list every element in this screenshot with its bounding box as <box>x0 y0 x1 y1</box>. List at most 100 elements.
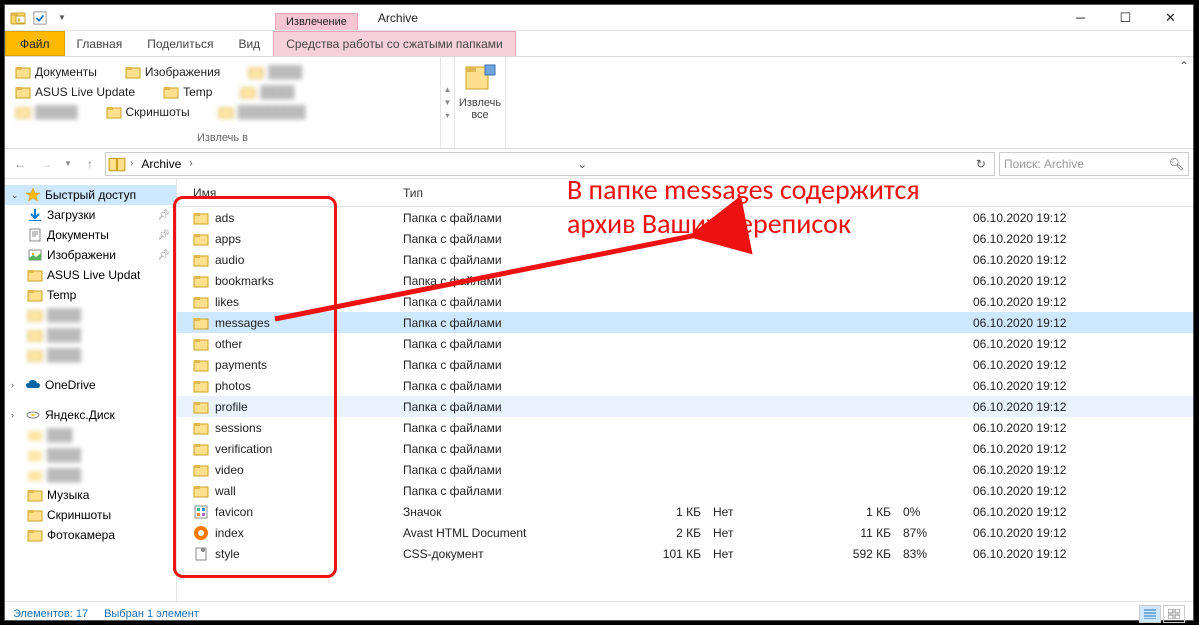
pin-icon: 📌︎ <box>157 250 170 261</box>
nav-camera[interactable]: Фотокамера <box>5 525 176 545</box>
context-tab-extract[interactable]: Извлечение <box>275 13 358 30</box>
breadcrumb-sep[interactable]: › <box>128 158 135 169</box>
file-row[interactable]: likesПапка с файлами06.10.2020 19:12 <box>177 291 1193 312</box>
nav-item[interactable]: ████ <box>5 445 176 465</box>
extract-dest[interactable]: █████ <box>13 103 80 121</box>
file-row[interactable]: sessionsПапка с файлами06.10.2020 19:12 <box>177 417 1193 438</box>
expand-icon[interactable]: ▾ <box>445 111 449 120</box>
ribbon-tabs: Файл Главная Поделиться Вид Средства раб… <box>5 31 1193 57</box>
chevron-down-icon[interactable]: ▼ <box>53 9 71 27</box>
extract-dest[interactable]: ████ <box>246 63 304 81</box>
close-button[interactable]: ✕ <box>1148 5 1193 30</box>
file-row[interactable]: styleCSS-документ101 КБНет592 КБ83%06.10… <box>177 543 1193 564</box>
file-row[interactable]: indexAvast HTML Document2 КБНет11 КБ87%0… <box>177 522 1193 543</box>
refresh-button[interactable]: ↻ <box>970 157 992 171</box>
col-date[interactable] <box>967 179 1097 206</box>
file-rows[interactable]: adsПапка с файлами06.10.2020 19:12appsПа… <box>177 207 1193 601</box>
file-date: 06.10.2020 19:12 <box>967 526 1097 540</box>
file-row[interactable]: bookmarksПапка с файлами06.10.2020 19:12 <box>177 270 1193 291</box>
back-button[interactable]: ← <box>9 153 31 175</box>
titlebar: ▼ Извлечение Archive ─ ☐ ✕ <box>5 5 1193 31</box>
folder-icon <box>27 267 43 283</box>
status-selected: Выбран 1 элемент <box>104 608 199 620</box>
file-row[interactable]: profileПапка с файлами06.10.2020 19:12 <box>177 396 1193 417</box>
nav-screenshots[interactable]: Скриншоты <box>5 505 176 525</box>
ribbon-tab-compressed[interactable]: Средства работы со сжатыми папками <box>273 31 516 56</box>
nav-documents[interactable]: Документы📌︎ <box>5 225 176 245</box>
view-details-button[interactable] <box>1139 605 1161 623</box>
nav-yandex[interactable]: ›Яндекс.Диск <box>5 405 176 425</box>
col-name[interactable]: Имя <box>177 179 397 206</box>
ribbon-tab-home[interactable]: Главная <box>65 31 136 56</box>
view-icons-button[interactable] <box>1163 605 1185 623</box>
extract-dest[interactable]: ASUS Live Update <box>13 83 137 101</box>
minimize-button[interactable]: ─ <box>1058 5 1103 30</box>
extract-dest[interactable]: ████████ <box>216 103 308 121</box>
extract-dest[interactable]: Temp <box>161 83 214 101</box>
scroll-up-icon[interactable]: ▲ <box>444 85 452 94</box>
file-row[interactable]: adsПапка с файлами06.10.2020 19:12 <box>177 207 1193 228</box>
extract-all-icon <box>463 61 497 95</box>
nav-asus[interactable]: ASUS Live Updat <box>5 265 176 285</box>
up-button[interactable]: ↑ <box>79 153 101 175</box>
star-icon <box>25 187 41 203</box>
file-row[interactable]: appsПапка с файлами06.10.2020 19:12 <box>177 228 1193 249</box>
forward-button[interactable]: → <box>35 153 57 175</box>
file-row[interactable]: otherПапка с файлами06.10.2020 19:12 <box>177 333 1193 354</box>
nav-label: ASUS Live Updat <box>47 268 140 282</box>
file-row[interactable]: photosПапка с файлами06.10.2020 19:12 <box>177 375 1193 396</box>
ribbon-tab-share[interactable]: Поделиться <box>135 31 226 56</box>
extract-dest[interactable]: ████ <box>238 83 296 101</box>
nav-item[interactable]: ████ <box>5 465 176 485</box>
recent-locations-button[interactable]: ▾ <box>61 153 75 175</box>
ribbon-tab-view[interactable]: Вид <box>226 31 273 56</box>
file-row[interactable]: videoПапка с файлами06.10.2020 19:12 <box>177 459 1193 480</box>
nav-temp[interactable]: Temp <box>5 285 176 305</box>
file-row[interactable]: paymentsПапка с файлами06.10.2020 19:12 <box>177 354 1193 375</box>
breadcrumb-sep[interactable]: › <box>187 158 194 169</box>
nav-item[interactable]: ███ <box>5 425 176 445</box>
nav-pictures[interactable]: Изображени📌︎ <box>5 245 176 265</box>
file-type: Папка с файлами <box>397 316 647 330</box>
check-icon[interactable] <box>31 9 49 27</box>
folder-icon <box>27 507 43 523</box>
scroll-down-icon[interactable]: ▼ <box>444 98 452 107</box>
col-type[interactable]: Тип <box>397 179 647 206</box>
col-ratio[interactable] <box>897 179 967 206</box>
file-row[interactable]: messagesПапка с файлами06.10.2020 19:12 <box>177 312 1193 333</box>
col-osize[interactable] <box>797 179 897 206</box>
nav-downloads[interactable]: Загрузки📌︎ <box>5 205 176 225</box>
extract-all-button[interactable]: Извлечь все <box>455 57 505 125</box>
nav-item[interactable]: ████ <box>5 345 176 365</box>
ribbon-collapse-button[interactable]: ⌃ <box>1179 59 1189 73</box>
address-bar[interactable]: › Archive › ⌄ ↻ <box>105 152 995 176</box>
file-name: other <box>215 337 242 351</box>
file-row[interactable]: faviconЗначок1 КБНет1 КБ0%06.10.2020 19:… <box>177 501 1193 522</box>
nav-label: Документы <box>47 228 109 242</box>
history-dropdown-button[interactable]: ⌄ <box>571 157 593 171</box>
ribbon-tab-file[interactable]: Файл <box>5 31 65 56</box>
search-box[interactable]: Поиск: Archive 🔍︎ <box>999 152 1189 176</box>
extract-dest[interactable]: Документы <box>13 63 99 81</box>
folder-icon <box>193 273 209 289</box>
pin-icon: 📌︎ <box>157 210 170 221</box>
extract-dest[interactable]: Скриншоты <box>104 103 192 121</box>
nav-item[interactable]: ████ <box>5 305 176 325</box>
nav-onedrive[interactable]: ›OneDrive <box>5 375 176 395</box>
nav-music[interactable]: Музыка <box>5 485 176 505</box>
nav-quick-access[interactable]: ⌄Быстрый доступ <box>5 185 176 205</box>
breadcrumb-item[interactable]: Archive <box>137 153 185 175</box>
file-date: 06.10.2020 19:12 <box>967 232 1097 246</box>
col-folder[interactable] <box>707 179 797 206</box>
maximize-button[interactable]: ☐ <box>1103 5 1148 30</box>
extract-dest[interactable]: Изображения <box>123 63 222 81</box>
folder-icon <box>193 357 209 373</box>
nav-item[interactable]: ████ <box>5 325 176 345</box>
navigation-pane[interactable]: ⌄Быстрый доступ Загрузки📌︎ Документы📌︎ И… <box>5 179 177 601</box>
folder-icon <box>193 294 209 310</box>
nav-label: Музыка <box>47 488 89 502</box>
file-row[interactable]: verificationПапка с файлами06.10.2020 19… <box>177 438 1193 459</box>
col-csize[interactable] <box>647 179 707 206</box>
file-row[interactable]: audioПапка с файлами06.10.2020 19:12 <box>177 249 1193 270</box>
file-row[interactable]: wallПапка с файлами06.10.2020 19:12 <box>177 480 1193 501</box>
